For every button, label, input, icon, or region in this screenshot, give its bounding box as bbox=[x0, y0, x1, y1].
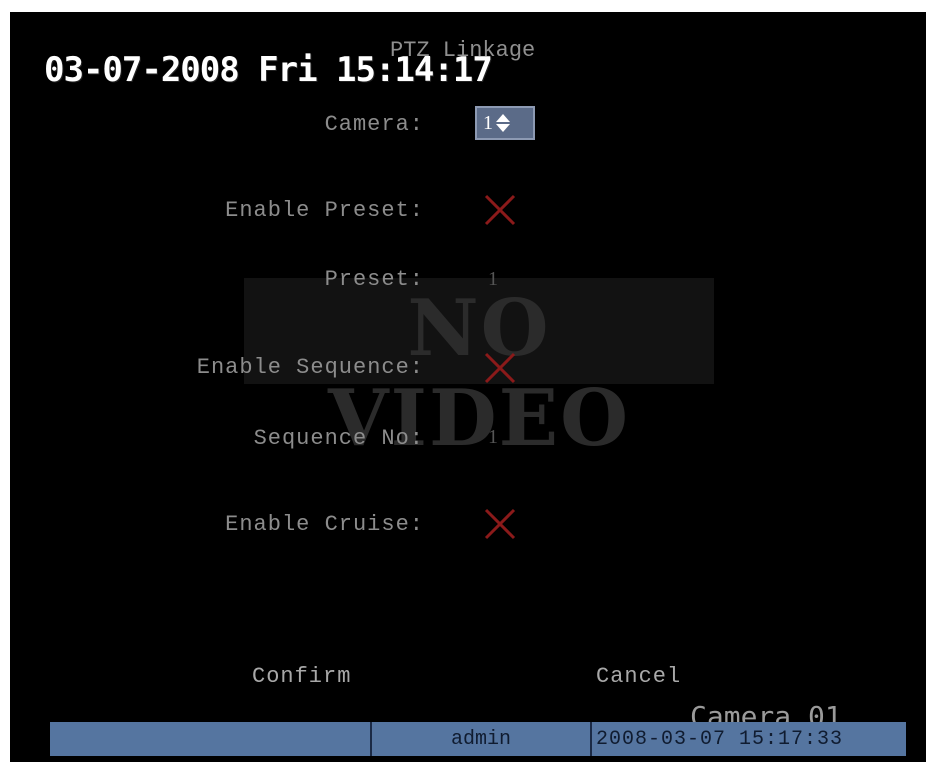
osd-datetime: 03-07-2008 Fri 15:14:17 bbox=[44, 50, 493, 90]
status-user: admin bbox=[372, 722, 592, 756]
enable-sequence-label: Enable Sequence: bbox=[196, 355, 424, 380]
status-datetime: 2008-03-07 15:17:33 bbox=[596, 727, 844, 751]
enable-preset-label: Enable Preset: bbox=[225, 198, 424, 223]
sequence-no-value[interactable]: 1 bbox=[488, 426, 498, 449]
camera-label: Camera: bbox=[324, 112, 424, 137]
status-bar: admin 2008-03-07 15:17:33 bbox=[50, 722, 906, 756]
cancel-button[interactable]: Cancel bbox=[596, 664, 681, 689]
camera-spinner-value: 1 bbox=[483, 111, 493, 134]
preset-label: Preset: bbox=[324, 267, 424, 292]
enable-preset-checkbox[interactable] bbox=[482, 192, 518, 228]
camera-spinner[interactable]: 1 bbox=[475, 106, 535, 140]
sequence-no-label: Sequence No: bbox=[253, 426, 424, 451]
confirm-button[interactable]: Confirm bbox=[252, 664, 351, 689]
enable-cruise-checkbox[interactable] bbox=[482, 506, 518, 542]
dvr-screen: NO VIDEO PTZ Linkage 03-07-2008 Fri 15:1… bbox=[10, 12, 926, 762]
up-down-arrows-icon bbox=[496, 114, 510, 132]
status-cell-empty bbox=[50, 722, 372, 756]
enable-sequence-checkbox[interactable] bbox=[482, 350, 518, 386]
enable-cruise-label: Enable Cruise: bbox=[225, 512, 424, 537]
preset-value[interactable]: 1 bbox=[488, 268, 498, 291]
